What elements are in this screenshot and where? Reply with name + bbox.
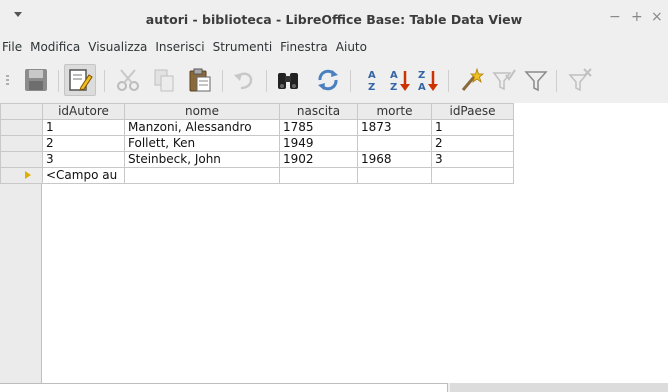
column-header-idpaese[interactable]: idPaese (431, 103, 514, 120)
cell-idpaese[interactable]: 3 (431, 151, 514, 168)
sort-label-z: Z (418, 70, 425, 81)
column-header-morte[interactable]: morte (357, 103, 432, 120)
cell-nome[interactable]: Steinbeck, John (124, 151, 280, 168)
bottom-bar (0, 383, 668, 392)
menu-inserisci[interactable]: Inserisci (151, 40, 208, 54)
table-row[interactable]: 1 Manzoni, Alessandro 1785 1873 1 (0, 119, 514, 136)
cell-idpaese[interactable]: 1 (431, 119, 514, 136)
cell-idautore[interactable]: 2 (42, 135, 125, 152)
refresh-button[interactable] (312, 64, 344, 96)
remove-filter-icon (568, 68, 592, 92)
window-title: autori - biblioteca - LibreOffice Base: … (145, 12, 523, 27)
cell-idpaese[interactable] (431, 167, 514, 184)
column-header-row: idAutore nome nascita morte idPaese (0, 103, 514, 120)
save-button[interactable] (20, 64, 52, 96)
menu-file[interactable]: File (0, 40, 26, 54)
save-icon (25, 69, 47, 91)
menu-aiuto[interactable]: Aiuto (332, 40, 371, 54)
toolbar-separator (104, 70, 105, 92)
undo-icon (234, 72, 253, 90)
cell-nome[interactable]: Follett, Ken (124, 135, 280, 152)
binoculars-icon (278, 73, 298, 89)
sort-label-z: Z (368, 82, 375, 93)
menu-bar: File Modifica Visualizza Inserisci Strum… (0, 36, 668, 58)
standard-filter-icon (524, 71, 548, 92)
sort-ascending-icon: A Z (368, 70, 376, 93)
table-row[interactable]: 3 Steinbeck, John 1902 1968 3 (0, 151, 514, 168)
close-button[interactable]: × (651, 9, 663, 25)
autofilter-icon (461, 67, 485, 91)
record-navigation-bar[interactable] (0, 383, 448, 392)
edit-data-button[interactable] (64, 64, 96, 96)
apply-filter-icon (492, 69, 516, 91)
cell-idautore[interactable]: <Campo au (42, 167, 125, 184)
standard-filter-button[interactable] (520, 64, 552, 96)
column-header-nascita[interactable]: nascita (279, 103, 358, 120)
table-data-view[interactable]: idAutore nome nascita morte idPaese 1 Ma… (0, 103, 668, 383)
corner-header[interactable] (0, 103, 43, 120)
toolbar-separator (58, 70, 59, 92)
toolbar-separator (448, 70, 449, 92)
toolbar-separator (350, 70, 351, 92)
maximize-button[interactable]: + (631, 9, 643, 25)
menu-finestra[interactable]: Finestra (276, 40, 332, 54)
cell-morte[interactable]: 1873 (357, 119, 432, 136)
column-header-nome[interactable]: nome (124, 103, 280, 120)
refresh-icon (318, 69, 338, 91)
find-button[interactable] (272, 64, 304, 96)
autofilter-button[interactable] (456, 64, 488, 96)
sort-descending-button[interactable]: Z A (412, 64, 444, 96)
sort-label-a: A (368, 70, 376, 81)
undo-button[interactable] (228, 64, 260, 96)
toolbar-grip[interactable] (6, 75, 9, 87)
cell-morte[interactable]: 1968 (357, 151, 432, 168)
cut-icon (117, 69, 139, 91)
row-header[interactable] (0, 135, 43, 152)
sort-label-a: A (390, 70, 398, 81)
toolbar: A Z A Z Z A (0, 60, 668, 100)
paste-button[interactable] (184, 64, 216, 96)
copy-icon (154, 69, 174, 92)
cell-idpaese[interactable]: 2 (431, 135, 514, 152)
title-bar: autori - biblioteca - LibreOffice Base: … (0, 0, 668, 36)
cell-morte[interactable] (357, 167, 432, 184)
table-row[interactable]: 2 Follett, Ken 1949 2 (0, 135, 514, 152)
sort-label-z: Z (390, 82, 397, 93)
menu-strumenti[interactable]: Strumenti (209, 40, 277, 54)
apply-filter-button[interactable] (488, 64, 520, 96)
horizontal-scrollbar[interactable] (450, 383, 668, 392)
data-grid[interactable]: idAutore nome nascita morte idPaese 1 Ma… (0, 103, 514, 184)
cell-nome[interactable]: Manzoni, Alessandro (124, 119, 280, 136)
cell-nascita[interactable]: 1785 (279, 119, 358, 136)
toolbar-separator (266, 70, 267, 92)
copy-button[interactable] (148, 64, 180, 96)
row-header[interactable] (0, 167, 43, 184)
paste-icon (189, 68, 211, 92)
cut-button[interactable] (112, 64, 144, 96)
new-record-row[interactable]: <Campo au (0, 167, 514, 184)
current-row-indicator-icon (25, 171, 31, 179)
remove-filter-button[interactable] (564, 64, 596, 96)
row-header[interactable] (0, 119, 43, 136)
cell-nascita[interactable] (279, 167, 358, 184)
menu-modifica[interactable]: Modifica (26, 40, 84, 54)
column-header-idautore[interactable]: idAutore (42, 103, 125, 120)
cell-nascita[interactable]: 1949 (279, 135, 358, 152)
toolbar-separator (222, 70, 223, 92)
toolbar-separator (556, 70, 557, 92)
sort-descending-icon: Z A (418, 70, 438, 93)
menu-visualizza[interactable]: Visualizza (84, 40, 151, 54)
edit-icon (69, 69, 93, 91)
cell-morte[interactable] (357, 135, 432, 152)
cell-idautore[interactable]: 3 (42, 151, 125, 168)
sort-ascending-icon: A Z (390, 70, 410, 93)
cell-nome[interactable] (124, 167, 280, 184)
cell-nascita[interactable]: 1902 (279, 151, 358, 168)
row-header[interactable] (0, 151, 43, 168)
minimize-button[interactable]: − (609, 9, 621, 25)
sort-label-a: A (418, 82, 426, 93)
cell-idautore[interactable]: 1 (42, 119, 125, 136)
